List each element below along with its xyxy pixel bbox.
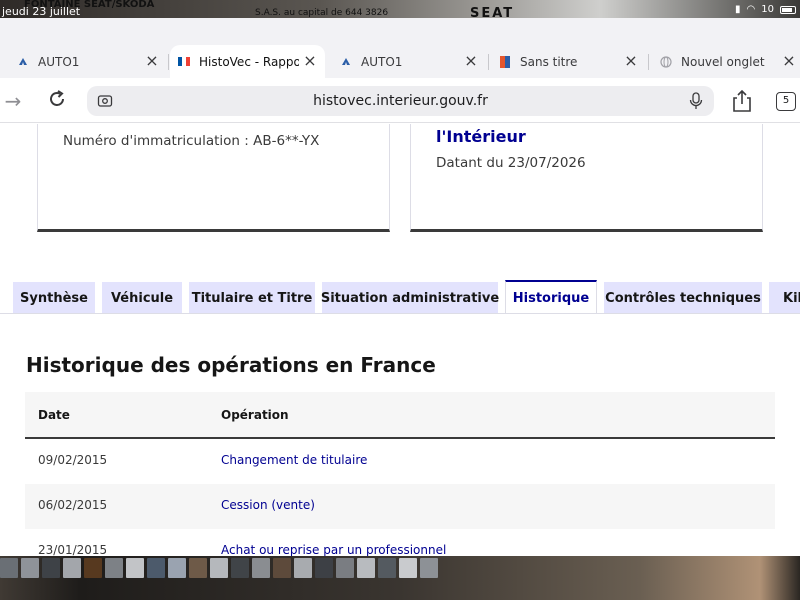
status-indicators: ▮ ◠ 10	[735, 4, 796, 15]
section-title: Historique des opérations en France	[26, 353, 436, 377]
tab-label: AUTO1	[361, 54, 403, 69]
close-icon[interactable]: ×	[145, 53, 159, 69]
table-header: Date Opération	[25, 392, 775, 439]
row-date: 06/02/2015	[38, 498, 108, 512]
column-header-operation: Opération	[221, 408, 289, 422]
page-content: Numéro d'immatriculation : AB-6**-YX l'I…	[0, 124, 800, 556]
tab-historique[interactable]: Historique	[505, 280, 597, 314]
row-date: 23/01/2015	[38, 543, 108, 556]
card-title: l'Intérieur	[436, 127, 526, 146]
tab-bar: AUTO1 × HistoVec - Rapport × AUTO1 × San…	[0, 18, 800, 78]
thumbnail-strip	[0, 558, 438, 578]
french-flag-icon	[178, 56, 190, 68]
tabs-divider	[0, 313, 800, 314]
microphone-icon[interactable]	[688, 92, 704, 110]
history-table: Date Opération 09/02/2015 Changement de …	[25, 392, 775, 556]
tabs-overview-button[interactable]: 5	[776, 92, 796, 111]
tab-synthese[interactable]: Synthèse	[13, 282, 95, 314]
company-line-text: S.A.S. au capital de 644 3826	[255, 8, 389, 18]
browser-tab-sans-titre[interactable]: Sans titre ×	[499, 45, 638, 78]
close-icon[interactable]: ×	[624, 53, 638, 69]
column-header-date: Date	[38, 408, 70, 422]
table-row: 23/01/2015 Achat ou reprise par un profe…	[25, 529, 775, 556]
close-icon[interactable]: ×	[464, 53, 478, 69]
tab-kilometrage[interactable]: Kil	[769, 282, 800, 314]
share-icon[interactable]	[731, 89, 753, 113]
globe-icon	[660, 55, 672, 68]
brand-logo-text: SEAT	[470, 6, 515, 18]
forward-arrow-icon[interactable]: →	[2, 90, 24, 112]
document-color-icon	[499, 55, 511, 68]
table-row: 09/02/2015 Changement de titulaire	[25, 439, 775, 484]
auto1-icon	[340, 56, 352, 68]
row-operation: Cession (vente)	[221, 498, 315, 512]
battery-icon	[780, 5, 796, 14]
report-source-card: l'Intérieur Datant du 23/07/2026	[410, 124, 763, 232]
browser-toolbar: → histovec.interieur.gouv.fr 5	[0, 78, 800, 123]
signal-icon: ▮	[735, 4, 741, 15]
report-date: Datant du 23/07/2026	[436, 155, 586, 171]
table-row: 06/02/2015 Cession (vente)	[25, 484, 775, 529]
photo-background	[0, 556, 800, 600]
page-settings-icon[interactable]	[97, 93, 113, 109]
tab-situation-administrative[interactable]: Situation administrative	[321, 282, 499, 314]
browser-tab-auto1-first[interactable]: AUTO1 ×	[17, 45, 159, 78]
tab-label: AUTO1	[38, 54, 80, 69]
device-status-bar: jeudi 23 juillet FONTAINE SEAT/SKODA S.A…	[0, 0, 800, 18]
close-icon[interactable]: ×	[303, 53, 317, 69]
row-operation: Achat ou reprise par un professionnel	[221, 543, 447, 556]
clock-text: 10	[761, 4, 774, 15]
vehicle-id-card: Numéro d'immatriculation : AB-6**-YX	[37, 124, 390, 232]
report-tabs: Synthèse Véhicule Titulaire et Titre Sit…	[0, 280, 800, 314]
reload-icon[interactable]	[46, 88, 68, 110]
registration-number: Numéro d'immatriculation : AB-6**-YX	[63, 133, 320, 149]
tab-label: HistoVec - Rapport	[199, 54, 299, 69]
row-date: 09/02/2015	[38, 453, 108, 467]
browser-tab-nouvel-onglet[interactable]: Nouvel onglet ×	[660, 45, 800, 78]
tab-titulaire-titre[interactable]: Titulaire et Titre	[189, 282, 315, 314]
dealer-sign-text: FONTAINE SEAT/SKODA	[24, 0, 155, 10]
tab-vehicule[interactable]: Véhicule	[102, 282, 182, 314]
url-text: histovec.interieur.gouv.fr	[313, 93, 488, 109]
auto1-icon	[17, 56, 29, 68]
browser-window: AUTO1 × HistoVec - Rapport × AUTO1 × San…	[0, 18, 800, 556]
close-icon[interactable]: ×	[782, 53, 796, 69]
wifi-icon: ◠	[746, 4, 756, 15]
tab-label: Nouvel onglet	[681, 54, 765, 69]
browser-tab-auto1-second[interactable]: AUTO1 ×	[340, 45, 478, 78]
address-bar[interactable]: histovec.interieur.gouv.fr	[87, 86, 714, 116]
tab-controles-techniques[interactable]: Contrôles techniques	[604, 282, 762, 314]
tab-label: Sans titre	[520, 54, 578, 69]
row-operation: Changement de titulaire	[221, 453, 368, 467]
browser-tab-histovec[interactable]: HistoVec - Rapport ×	[170, 45, 325, 78]
